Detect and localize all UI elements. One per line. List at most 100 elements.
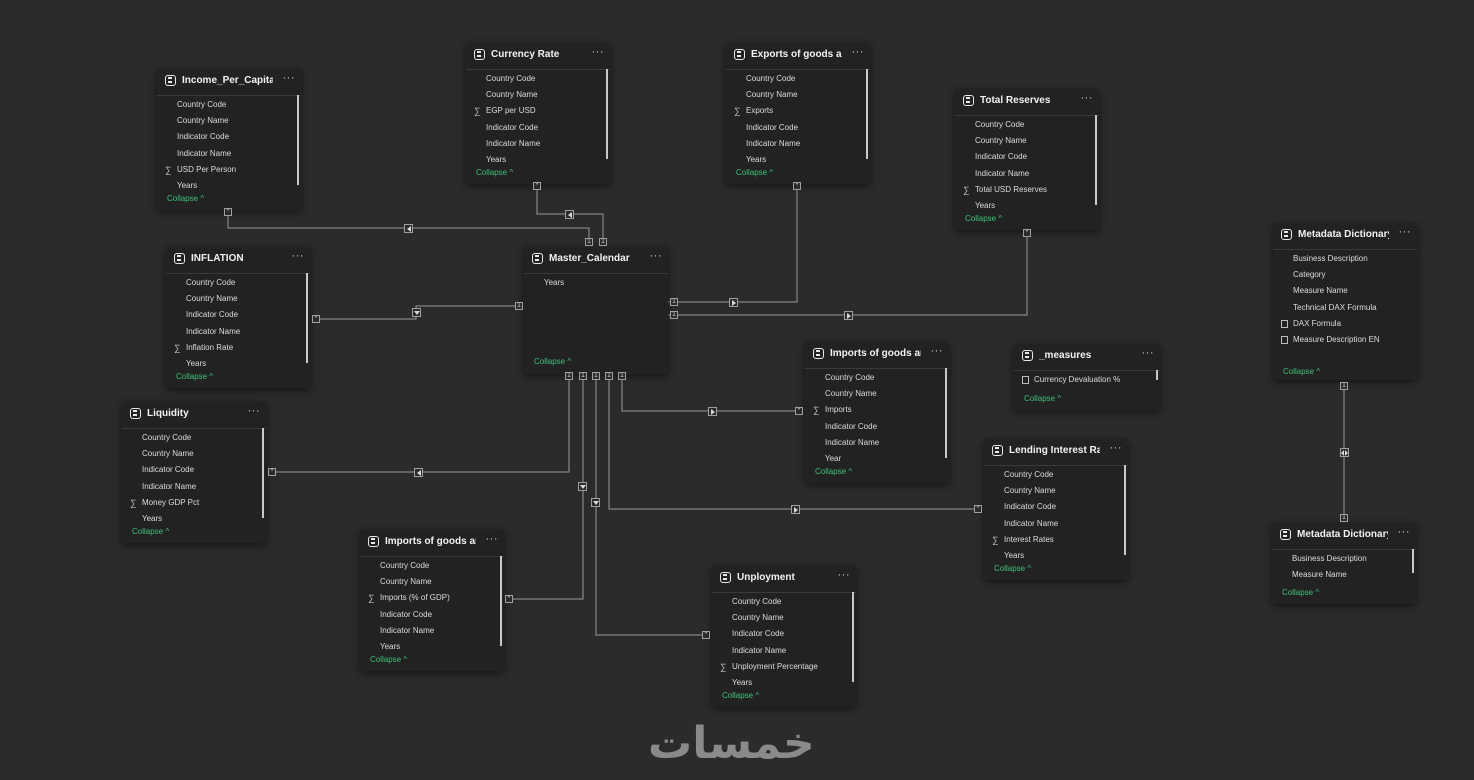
field-item[interactable]: Category — [1273, 267, 1417, 283]
scrollbar[interactable] — [1156, 370, 1158, 380]
filter-direction-left-icon[interactable] — [565, 210, 574, 219]
filter-direction-left-icon[interactable] — [404, 224, 413, 233]
field-item[interactable]: Country Name — [805, 386, 949, 402]
field-item[interactable]: ∑ Inflation Rate — [166, 340, 310, 356]
collapse-link[interactable]: Collapse ^ — [1282, 588, 1319, 597]
field-item[interactable]: Country Name — [955, 133, 1099, 149]
field-item[interactable]: Country Code — [712, 594, 856, 610]
cardinality-one-marker[interactable]: 1 — [1340, 382, 1348, 390]
cardinality-one-marker[interactable]: 1 — [585, 238, 593, 246]
field-item[interactable]: Years — [726, 152, 870, 168]
cardinality-one-marker[interactable]: 1 — [515, 302, 523, 310]
table-card-inflation[interactable]: INFLATION ··· Country Code Country Name … — [166, 247, 310, 388]
scrollbar[interactable] — [866, 69, 868, 159]
cardinality-one-marker[interactable]: 1 — [599, 238, 607, 246]
collapse-link[interactable]: Collapse ^ — [736, 168, 773, 177]
cardinality-many-marker[interactable]: * — [793, 182, 801, 190]
cardinality-one-marker[interactable]: 1 — [670, 298, 678, 306]
table-header[interactable]: INFLATION ··· — [166, 247, 310, 274]
table-card-liquidity[interactable]: Liquidity ··· Country Code Country Name … — [122, 402, 266, 543]
field-item[interactable]: Indicator Code — [122, 462, 266, 478]
field-item[interactable]: Years — [166, 356, 310, 372]
field-item[interactable]: Indicator Name — [726, 136, 870, 152]
more-options-icon[interactable]: ··· — [248, 405, 261, 417]
scrollbar[interactable] — [945, 368, 947, 458]
field-item[interactable]: ∑ Exports — [726, 103, 870, 119]
cardinality-many-marker[interactable]: * — [795, 407, 803, 415]
field-item[interactable]: Country Name — [122, 446, 266, 462]
field-item[interactable]: Years — [157, 178, 301, 194]
more-options-icon[interactable]: ··· — [1142, 347, 1155, 359]
field-item[interactable]: Country Code — [122, 430, 266, 446]
more-options-icon[interactable]: ··· — [292, 250, 305, 262]
cardinality-one-marker[interactable]: 1 — [1340, 514, 1348, 522]
field-item[interactable]: Measure Description EN — [1273, 332, 1417, 348]
field-item[interactable]: Indicator Code — [726, 120, 870, 136]
filter-direction-left-icon[interactable] — [414, 468, 423, 477]
field-item[interactable]: Country Code — [984, 467, 1128, 483]
scrollbar[interactable] — [297, 95, 299, 185]
field-item[interactable]: Years — [466, 152, 610, 168]
field-item[interactable]: Indicator Code — [157, 129, 301, 145]
collapse-link[interactable]: Collapse ^ — [1024, 394, 1061, 403]
field-item[interactable]: Business Description — [1273, 251, 1417, 267]
collapse-link[interactable]: Collapse ^ — [965, 214, 1002, 223]
collapse-link[interactable]: Collapse ^ — [534, 357, 571, 366]
field-item[interactable]: Business Description — [1272, 551, 1416, 567]
scrollbar[interactable] — [1412, 549, 1414, 573]
table-header[interactable]: Income_Per_Capita (USD) ··· — [157, 69, 301, 96]
field-item[interactable]: Indicator Name — [166, 324, 310, 340]
more-options-icon[interactable]: ··· — [838, 569, 851, 581]
field-item[interactable]: Indicator Name — [984, 516, 1128, 532]
field-item[interactable]: Years — [122, 511, 266, 527]
scrollbar[interactable] — [852, 592, 854, 682]
field-item[interactable]: Year — [805, 451, 949, 467]
field-item[interactable]: Measure Name — [1273, 283, 1417, 299]
field-item[interactable]: Indicator Name — [805, 435, 949, 451]
table-card-currency-rate[interactable]: Currency Rate ··· Country Code Country N… — [466, 43, 610, 184]
field-item[interactable]: Indicator Code — [712, 626, 856, 642]
field-item[interactable]: Indicator Name — [955, 166, 1099, 182]
table-header[interactable]: Imports of goods and s... ··· — [805, 342, 949, 369]
field-item[interactable]: ∑ Money GDP Pct — [122, 495, 266, 511]
cardinality-many-marker[interactable]: * — [974, 505, 982, 513]
field-item[interactable]: ∑ Unployment Percentage — [712, 659, 856, 675]
field-item[interactable]: Country Name — [726, 87, 870, 103]
filter-direction-right-icon[interactable] — [791, 505, 800, 514]
collapse-link[interactable]: Collapse ^ — [132, 527, 169, 536]
collapse-link[interactable]: Collapse ^ — [815, 467, 852, 476]
field-item[interactable]: ∑ Total USD Reserves — [955, 182, 1099, 198]
cardinality-one-marker[interactable]: 1 — [618, 372, 626, 380]
more-options-icon[interactable]: ··· — [486, 533, 499, 545]
filter-direction-both-icon[interactable] — [1340, 448, 1349, 457]
field-item[interactable]: Country Name — [360, 574, 504, 590]
field-item[interactable]: Country Name — [166, 291, 310, 307]
table-card-metadata-ar[interactable]: Metadata Dictionary AR ··· Business Desc… — [1272, 523, 1416, 604]
collapse-link[interactable]: Collapse ^ — [176, 372, 213, 381]
more-options-icon[interactable]: ··· — [1399, 226, 1412, 238]
table-header[interactable]: Imports of goods and s... ··· — [360, 530, 504, 557]
table-card-income-per-capita[interactable]: Income_Per_Capita (USD) ··· Country Code… — [157, 69, 301, 210]
field-item[interactable]: Country Code — [360, 558, 504, 574]
more-options-icon[interactable]: ··· — [650, 250, 663, 262]
field-item[interactable]: Years — [712, 675, 856, 691]
filter-direction-right-icon[interactable] — [729, 298, 738, 307]
model-canvas[interactable]: Income_Per_Capita (USD) ··· Country Code… — [0, 0, 1474, 780]
field-item[interactable]: Indicator Name — [712, 643, 856, 659]
collapse-link[interactable]: Collapse ^ — [167, 194, 204, 203]
more-options-icon[interactable]: ··· — [852, 46, 865, 58]
cardinality-many-marker[interactable]: * — [505, 595, 513, 603]
cardinality-one-marker[interactable]: 1 — [592, 372, 600, 380]
table-header[interactable]: Metadata Dictionary EN ··· — [1273, 223, 1417, 250]
field-item[interactable]: Country Code — [805, 370, 949, 386]
field-item[interactable]: Years — [524, 275, 668, 291]
filter-direction-right-icon[interactable] — [708, 407, 717, 416]
filter-direction-right-icon[interactable] — [844, 311, 853, 320]
field-item[interactable]: Country Code — [955, 117, 1099, 133]
table-card-imports-goods[interactable]: Imports of goods and s... ··· Country Co… — [805, 342, 949, 483]
table-header[interactable]: _measures ··· — [1014, 344, 1160, 371]
field-item[interactable]: ∑ Interest Rates — [984, 532, 1128, 548]
more-options-icon[interactable]: ··· — [1398, 526, 1411, 538]
field-item[interactable]: Measure Name — [1272, 567, 1416, 583]
cardinality-many-marker[interactable]: * — [268, 468, 276, 476]
